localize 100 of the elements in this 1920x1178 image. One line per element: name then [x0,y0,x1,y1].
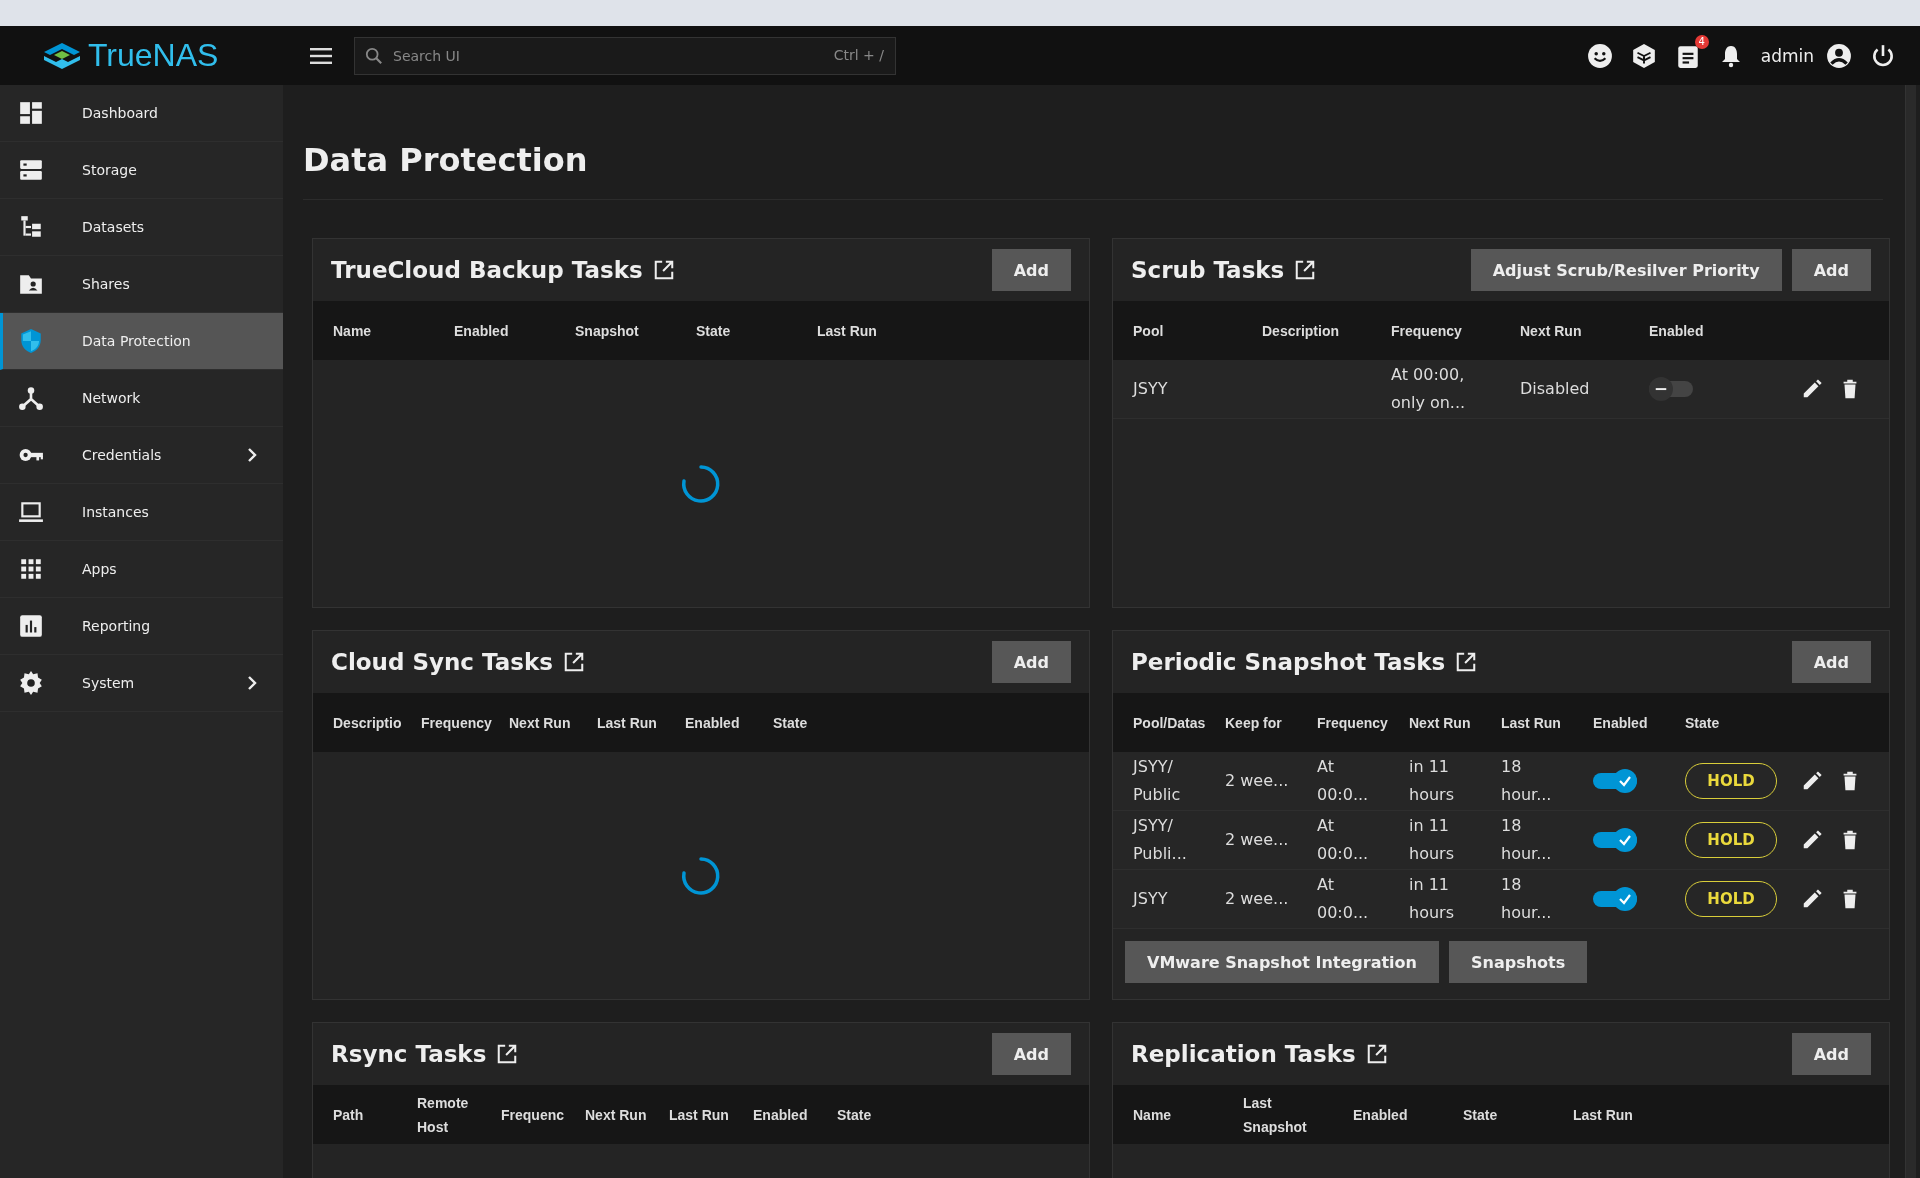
smiley-icon[interactable] [1586,42,1613,69]
column-header: Keep for [1225,713,1283,733]
power-icon[interactable] [1870,42,1896,69]
column-header: State [837,1105,873,1125]
sidebar-item[interactable]: Reporting [0,598,283,655]
table-cell-text: 18 hour... [1501,756,1553,806]
card-title: Replication Tasks [1131,1041,1356,1067]
table-cell-text: 2 wee... [1225,829,1289,851]
scrollbar[interactable] [1905,85,1916,1178]
external-link-icon[interactable] [1455,651,1478,673]
toggle-switch[interactable] [1593,828,1637,852]
card-button[interactable]: Add [1791,249,1871,291]
column-header: State [1463,1105,1499,1125]
external-link-icon[interactable] [652,259,675,281]
table-cell-text: 2 wee... [1225,888,1289,910]
column-header: Remote Host [417,1093,470,1137]
footer-button[interactable]: VMware Snapshot Integration [1125,941,1439,983]
card-button[interactable]: Add [991,249,1071,291]
table-cell-text: 18 hour... [1501,874,1553,924]
table-cell-text: JSYY [1133,378,1168,400]
column-header: Enabled [685,713,741,733]
menu-icon[interactable] [310,47,332,64]
column-header: State [696,321,732,341]
column-header: Snapshot [575,321,640,341]
sidebar-item[interactable]: Instances [0,484,283,541]
cube-icon[interactable] [1630,42,1657,69]
column-header: Frequency [421,713,493,733]
edit-icon[interactable] [1801,829,1823,851]
table-cell-text: JSYY/ Publi... [1133,815,1188,865]
column-header: Frequency [1317,713,1389,733]
toggle-switch[interactable] [1593,887,1637,911]
shield-icon [18,328,44,354]
edit-icon[interactable] [1801,770,1823,792]
card-button[interactable]: Adjust Scrub/Resilver Priority [1470,249,1782,291]
sidebar-item[interactable]: Datasets [0,199,283,256]
sidebar-item[interactable]: Credentials [0,427,283,484]
chart-icon [18,613,44,639]
page-title: Data Protection [303,141,1883,200]
external-link-icon[interactable] [562,651,585,673]
toggle-switch[interactable] [1593,769,1637,793]
table-cell-text: Disabled [1520,378,1590,400]
column-header: Last Run [669,1105,730,1125]
logo-text: TrueNAS [88,37,219,74]
column-header: Frequenc [501,1105,565,1125]
column-header: Next Run [1520,321,1583,341]
sidebar-item[interactable]: Dashboard [0,85,283,142]
external-link-icon[interactable] [1365,1043,1388,1065]
account-icon[interactable] [1826,42,1852,69]
edit-icon[interactable] [1801,378,1823,400]
column-header: Last Run [1573,1105,1634,1125]
column-header: Enabled [1593,713,1649,733]
sidebar-item[interactable]: Network [0,370,283,427]
edit-icon[interactable] [1801,888,1823,910]
column-header: Last Snapshot [1243,1093,1308,1137]
table-cell-text: At 00:00, only on... [1391,364,1467,414]
column-header: Description [1262,321,1340,341]
card-button[interactable]: Add [991,641,1071,683]
search-icon [365,46,383,65]
dashboard-icon [18,100,44,126]
table-cell-text: JSYY/ Public [1133,756,1182,806]
column-header: Path [333,1105,365,1125]
network-icon [18,385,44,411]
column-header: Enabled [1353,1105,1409,1125]
table-cell-text: At 00:0... [1317,874,1370,924]
table-cell-text: At 00:0... [1317,756,1370,806]
sidebar-item[interactable]: Data Protection [0,313,283,370]
column-header: Descriptio [333,713,403,733]
sidebar-item[interactable]: Apps [0,541,283,598]
settings-icon [18,670,44,696]
laptop-icon [18,499,44,525]
card-button[interactable]: Add [1791,1033,1871,1075]
sidebar-item[interactable]: Storage [0,142,283,199]
card-button[interactable]: Add [991,1033,1071,1075]
external-link-icon[interactable] [1294,259,1317,281]
card-title: Cloud Sync Tasks [331,649,553,675]
column-header: Last Run [1501,713,1562,733]
column-header: Last Run [817,321,878,341]
toggle-switch[interactable] [1649,377,1693,401]
external-link-icon[interactable] [496,1043,519,1065]
column-header: Next Run [585,1105,648,1125]
notification-count: 4 [1694,34,1709,49]
column-header: Enabled [454,321,510,341]
column-header: State [1685,713,1721,733]
tree-icon [18,214,44,240]
storage-icon [18,157,44,183]
card-title: Rsync Tasks [331,1041,487,1067]
column-header: State [773,713,809,733]
sidebar-item[interactable]: System [0,655,283,712]
column-header: Name [1133,1105,1173,1125]
grid-icon [18,556,44,582]
footer-button[interactable]: Snapshots [1449,941,1588,983]
column-header: Enabled [753,1105,809,1125]
column-header: Next Run [509,713,572,733]
user-name[interactable]: admin [1760,45,1814,66]
table-cell-text: JSYY [1133,888,1168,910]
column-header: Frequency [1391,321,1463,341]
column-header: Last Run [597,713,658,733]
table-cell-text: in 11 hours [1409,874,1455,924]
card-button[interactable]: Add [1791,641,1871,683]
table-cell-text: 2 wee... [1225,770,1289,792]
